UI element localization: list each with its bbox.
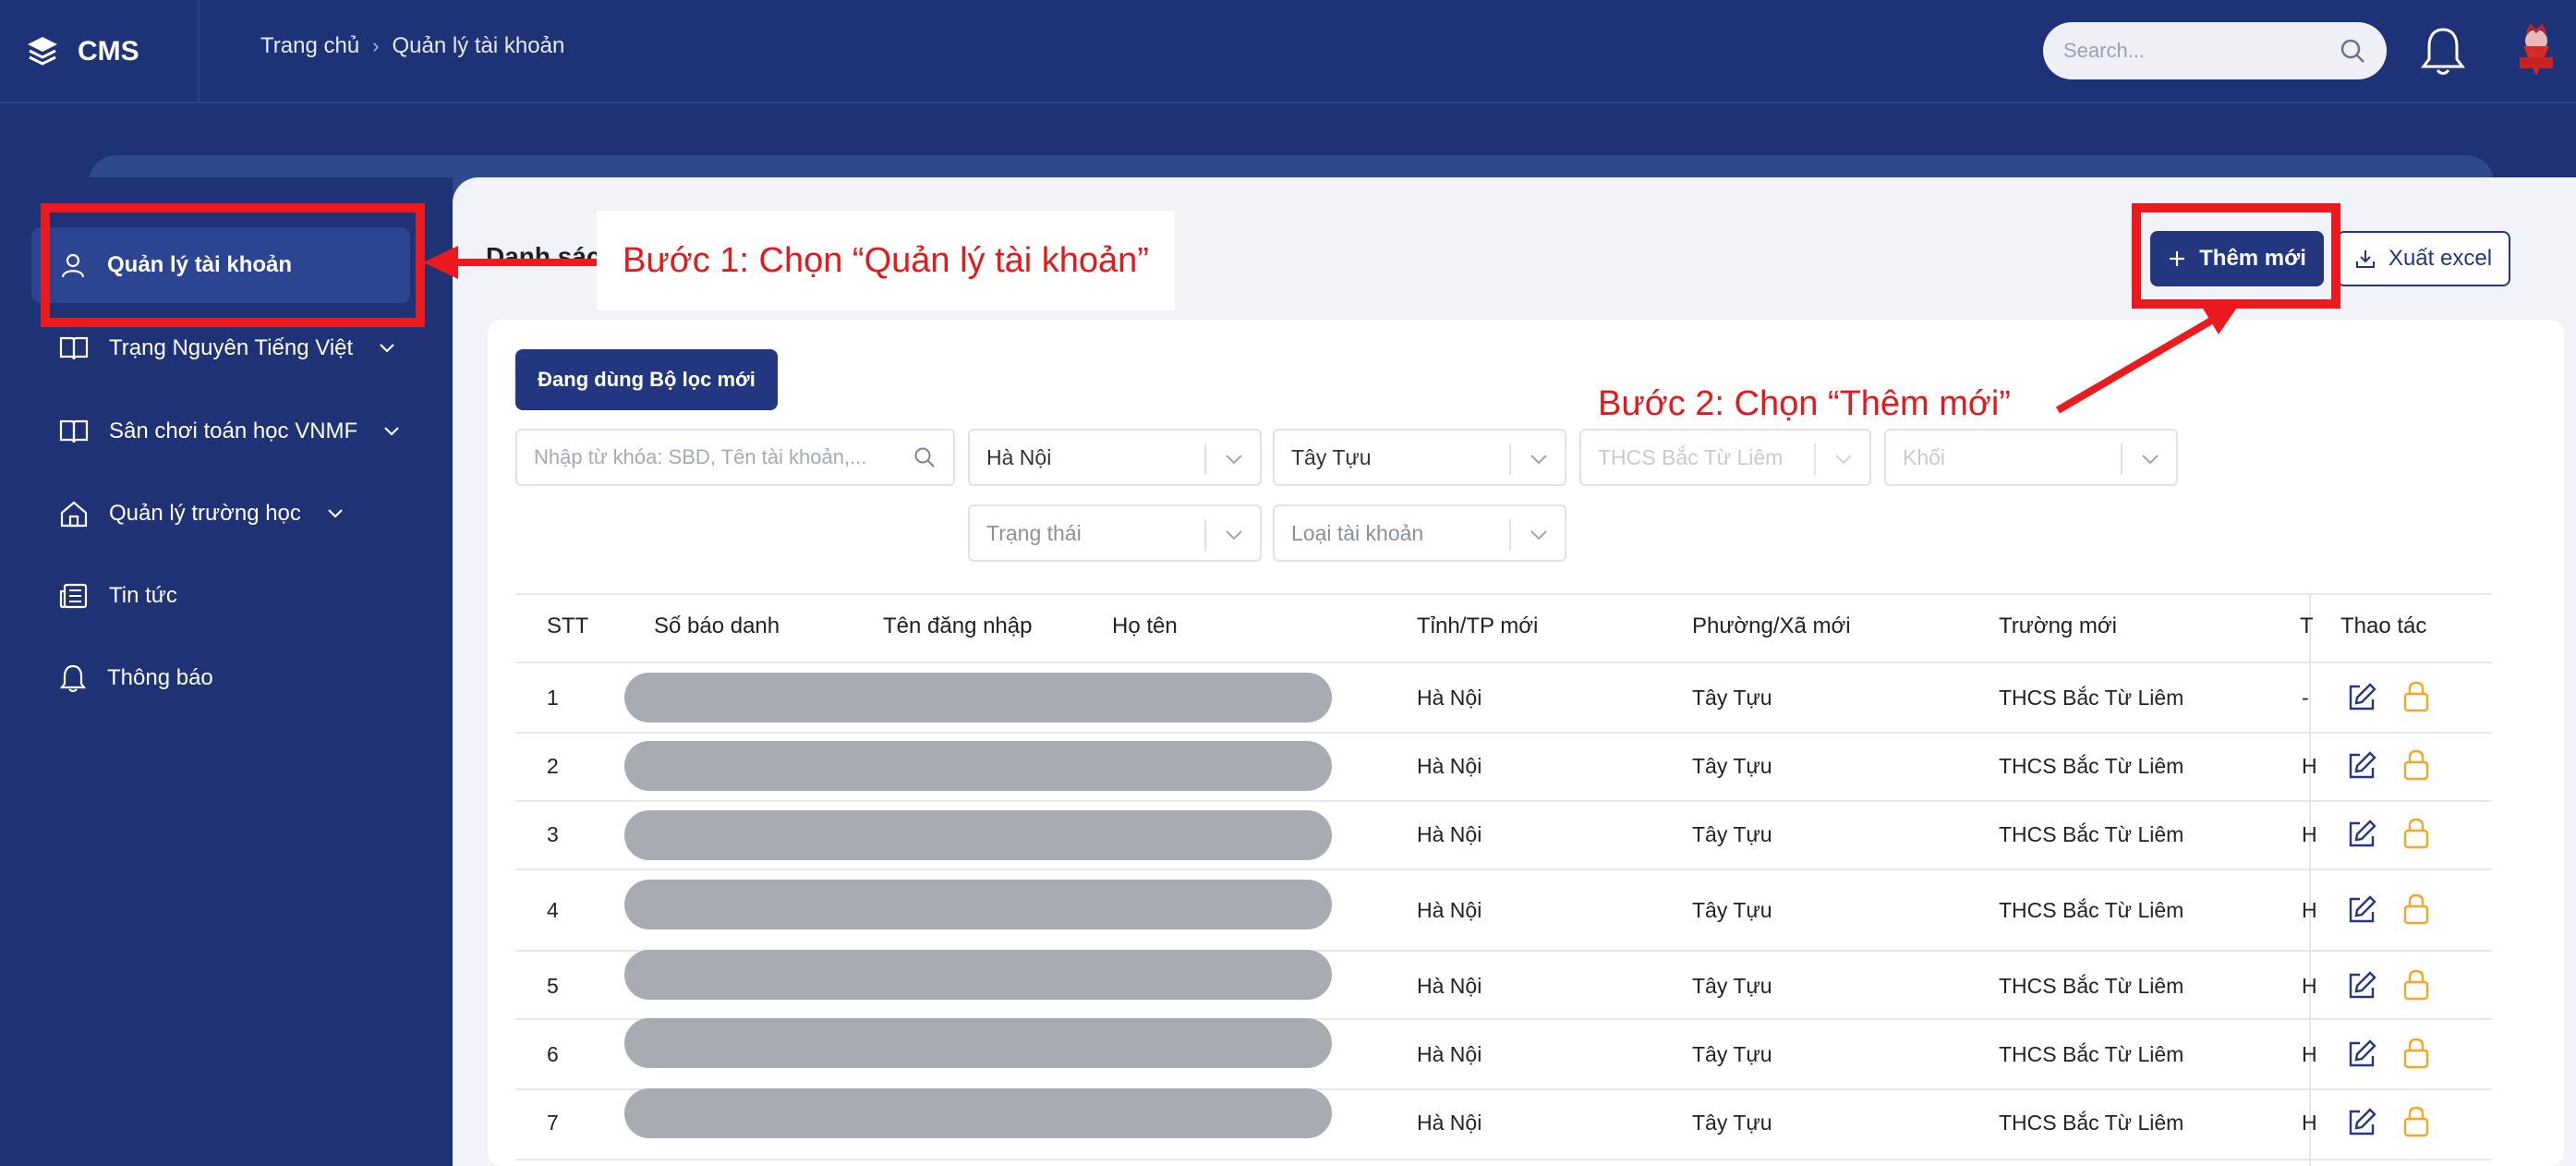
step2-arrow-icon: [2055, 305, 2239, 414]
step1-arrow-icon: [423, 246, 597, 279]
annotation-arrows: [423, 246, 2239, 414]
